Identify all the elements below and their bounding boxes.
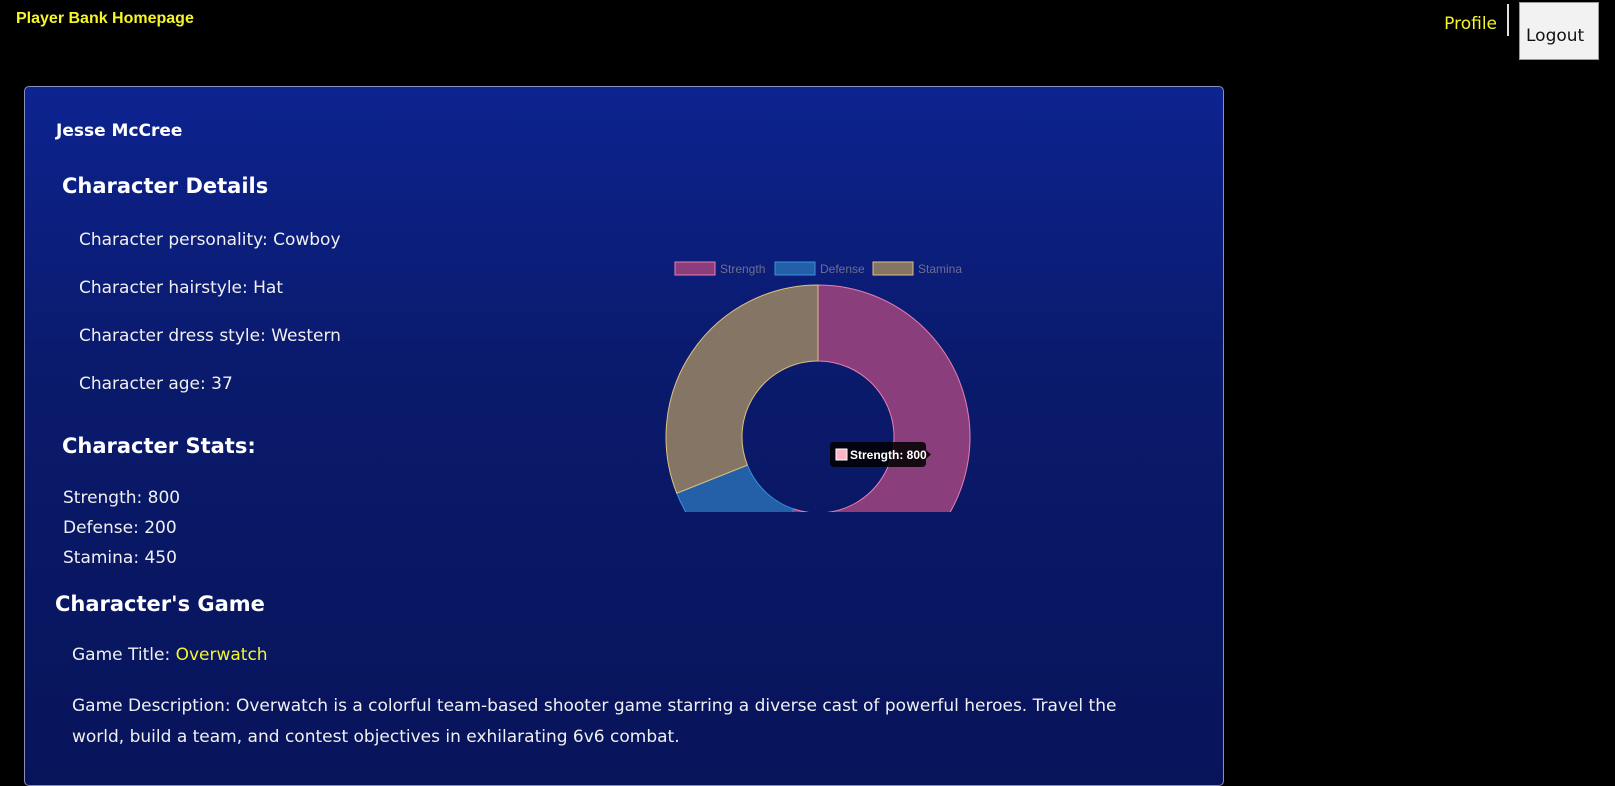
logout-button[interactable]: Logout [1519,2,1599,60]
brand-link[interactable]: Player Bank Homepage [16,10,194,28]
stat-stamina: Stamina: 450 [63,548,177,568]
legend-swatch-stamina[interactable] [872,261,914,276]
legend-label-defense[interactable]: Defense [820,262,865,276]
legend-swatch-defense[interactable] [774,261,816,276]
stats-doughnut-chart[interactable]: Strength Defense Stamina Strength: 800 [645,172,1005,512]
top-navbar: Player Bank Homepage Profile Logout [0,0,1615,86]
game-title-value: Overwatch [175,645,268,665]
stats-heading: Character Stats: [62,434,256,458]
profile-link[interactable]: Profile [1444,14,1497,34]
detail-hairstyle: Character hairstyle: Hat [79,278,283,298]
game-description: Game Description: Overwatch is a colorfu… [72,696,1117,747]
detail-dress-style: Character dress style: Western [79,326,341,346]
chart-legend[interactable]: Strength Defense Stamina [674,261,962,276]
character-name: Jesse McCree [56,121,183,141]
slice-stamina[interactable] [665,284,819,494]
stat-defense: Defense: 200 [63,518,177,538]
chart-slices[interactable] [665,284,971,512]
nav-divider [1507,4,1509,36]
legend-label-stamina[interactable]: Stamina [918,262,962,276]
detail-age: Character age: 37 [79,374,233,394]
game-title: Game Title: Overwatch [72,645,268,665]
chart-tooltip: Strength: 800 [830,442,931,467]
game-heading: Character's Game [55,592,265,616]
legend-swatch-strength[interactable] [674,261,716,276]
character-card: Jesse McCree Character Details Character… [24,86,1224,786]
game-title-label: Game Title: [72,645,176,665]
tooltip-swatch [835,448,848,461]
detail-personality: Character personality: Cowboy [79,230,341,250]
stat-strength: Strength: 800 [63,488,181,508]
legend-label-strength[interactable]: Strength [720,262,765,276]
tooltip-label: Strength: 800 [850,448,927,462]
details-heading: Character Details [62,174,269,198]
